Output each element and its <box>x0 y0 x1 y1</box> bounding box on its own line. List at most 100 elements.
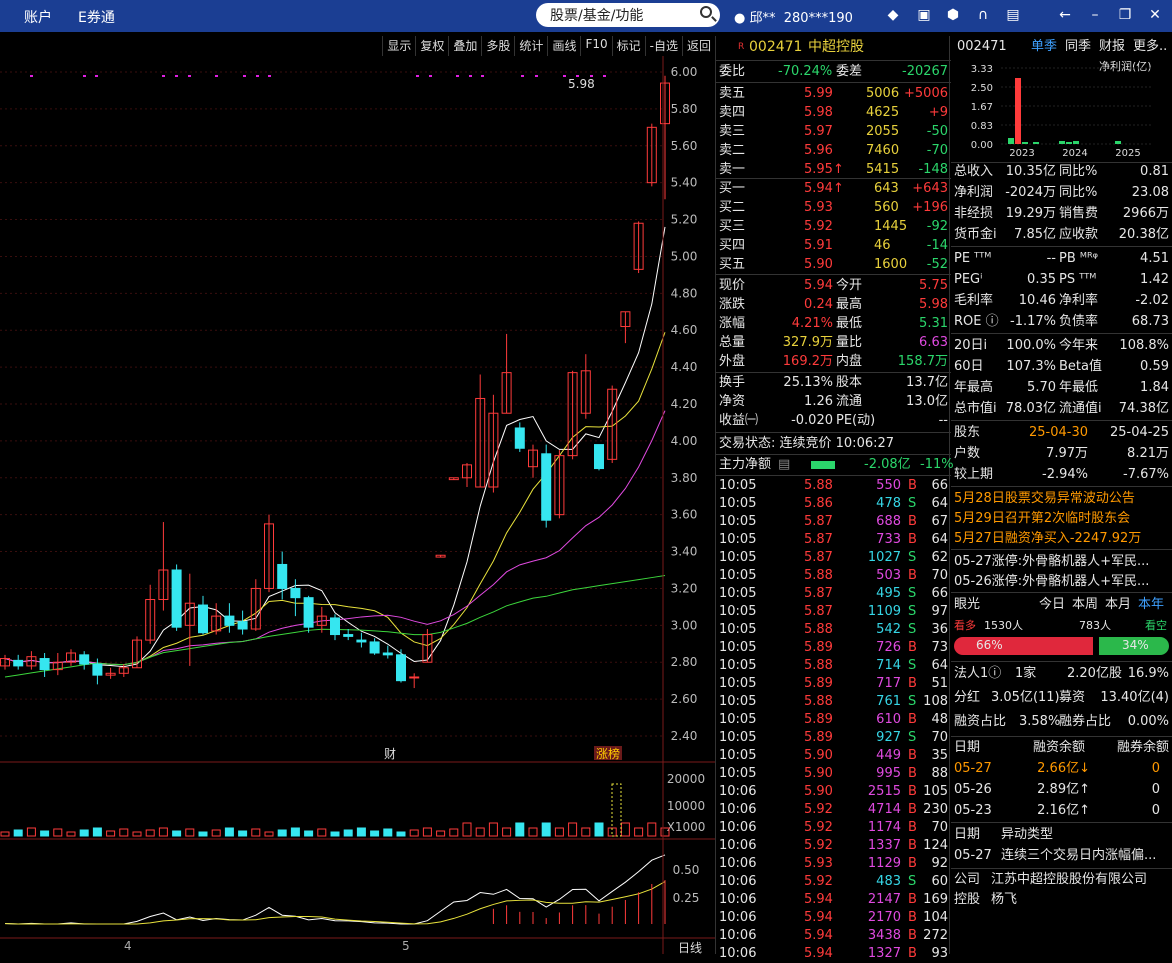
tick-row[interactable]: 10:05 5.87 733 B 64 <box>716 530 951 549</box>
eye-header[interactable]: 眼光 今日 本周 本月 本年 <box>951 595 1172 615</box>
period-label[interactable]: 日线 <box>678 941 702 954</box>
tick-row[interactable]: 10:06 5.90 2515 B 105 <box>716 782 951 801</box>
tick-row[interactable]: 10:05 5.87 495 S 66 <box>716 584 951 603</box>
tick-row[interactable]: 10:05 5.88 761 S 108 <box>716 692 951 711</box>
news-title[interactable]: 05-26涨停:外骨骼机器人+军民... <box>954 572 1149 592</box>
valuation-row[interactable]: PEGⁱ 0.35 PS ᵀᵀᴹ 1.42 <box>951 270 1172 290</box>
news-title[interactable]: 05-27涨停:外骨骼机器人+军民... <box>954 552 1149 572</box>
buy-row[interactable]: 买五 5.90 1600 -52 <box>716 255 951 274</box>
tick-row[interactable]: 10:06 5.94 2147 B 169 <box>716 890 951 909</box>
abn-header[interactable]: 日期 异动类型 <box>951 825 1172 845</box>
minimize-icon[interactable]: – <box>1086 6 1104 24</box>
cai-marker[interactable]: 财 <box>384 747 396 761</box>
tick-row[interactable]: 10:05 5.87 688 B 67 <box>716 512 951 531</box>
company-row[interactable]: 公司 江苏中超控股股份有限公司 <box>951 870 1172 890</box>
menu-account[interactable]: 账户 <box>24 7 52 27</box>
user-info[interactable]: ● 邱** 280***190 <box>734 7 853 26</box>
search-icon[interactable] <box>700 6 712 18</box>
holder-row[interactable]: 股东 25-04-30 25-04-25 <box>951 423 1172 443</box>
hex-icon[interactable]: ⬢ <box>944 6 962 24</box>
tick-row[interactable]: 10:05 5.89 726 B 73 <box>716 638 951 657</box>
valuation-row[interactable]: PE ᵀᵀᴹ -- PB ᴹᴿᵠ 4.51 <box>951 249 1172 269</box>
sell-row[interactable]: 卖一 5.95↑ 5415 -148 <box>716 160 951 179</box>
news-item[interactable]: 5月27日融资净买入-2247.92万 <box>951 529 1172 549</box>
headset-icon[interactable]: ∩ <box>974 6 992 24</box>
fin-row[interactable]: 净利润 -2024万 同比% 23.08 <box>951 183 1172 203</box>
tick-row[interactable]: 10:05 5.90 995 B 88 <box>716 764 951 783</box>
f10-icon[interactable]: ▣ <box>915 6 933 24</box>
tick-row[interactable]: 10:05 5.88 503 B 70 <box>716 566 951 585</box>
eye-tab[interactable]: 本年 <box>1138 595 1164 615</box>
holder-row[interactable]: 户数 7.97万 8.21万 <box>951 444 1172 464</box>
tick-row[interactable]: 10:05 5.88 714 S 64 <box>716 656 951 675</box>
fin-row[interactable]: 非经损 19.29万 销售费 2966万 <box>951 204 1172 224</box>
tick-row[interactable]: 10:06 5.92 483 S 60 <box>716 872 951 891</box>
tick-row[interactable]: 10:06 5.94 3438 B 272 <box>716 926 951 945</box>
margin-header[interactable]: 日期 融资余额 融券余额 <box>951 738 1172 758</box>
news-title[interactable]: 5月28日股票交易异常波动公告 <box>954 489 1135 509</box>
stat-row[interactable]: 收益㈠ -0.020 PE(动) -- <box>716 411 951 430</box>
news-title[interactable]: 5月29日召开第2次临时股东会 <box>954 509 1130 529</box>
sell-row[interactable]: 卖二 5.96 7460 -70 <box>716 141 951 160</box>
news-item[interactable]: 5月29日召开第2次临时股东会 <box>951 509 1172 529</box>
valuation-row[interactable]: ROE ⓘ -1.17% 负债率 68.73 <box>951 312 1172 332</box>
flow-icon[interactable]: ▤ <box>778 455 790 474</box>
margin-row[interactable]: 05-27 2.66亿↓ 0 <box>951 759 1172 779</box>
dividend-row[interactable]: 分红 3.05亿(11) 募资 13.40亿(4) <box>951 688 1172 708</box>
perf-row[interactable]: 20日i 100.0% 今年来 108.8% <box>951 336 1172 356</box>
message-icon[interactable]: ▤ <box>1004 6 1022 24</box>
tick-row[interactable]: 10:05 5.89 927 S 70 <box>716 728 951 747</box>
margin-ratio-row[interactable]: 融资占比 3.58% 融券占比 0.00% <box>951 712 1172 732</box>
back-icon[interactable]: ← <box>1056 6 1074 24</box>
tick-row[interactable]: 10:05 5.86 478 S 64 <box>716 494 951 513</box>
ctrl-row[interactable]: 控股 杨飞 <box>951 890 1172 910</box>
tab-same-quarter[interactable]: 同季 <box>1065 37 1091 57</box>
fin-row[interactable]: 总收入 10.35亿 同比% 0.81 <box>951 162 1172 182</box>
tick-row[interactable]: 10:06 5.92 1174 B 70 <box>716 818 951 837</box>
sell-row[interactable]: 卖三 5.97 2055 -50 <box>716 122 951 141</box>
tick-row[interactable]: 10:05 5.88 542 S 36 <box>716 620 951 639</box>
holder-row[interactable]: 较上期 -2.94% -7.67% <box>951 465 1172 485</box>
news-item[interactable]: 05-26涨停:外骨骼机器人+军民... <box>951 572 1172 592</box>
eye-tab[interactable]: 本周 <box>1072 595 1098 615</box>
perf-row[interactable]: 总市值i 78.03亿 流通值i 74.38亿 <box>951 399 1172 419</box>
zhangbang-marker[interactable]: 涨榜 <box>596 746 620 761</box>
tick-row[interactable]: 10:05 5.90 449 B 35 <box>716 746 951 765</box>
perf-row[interactable]: 60日 107.3% Beta值 0.59 <box>951 357 1172 377</box>
stat-row[interactable]: 换手 25.13% 股本 13.7亿 <box>716 373 951 392</box>
tick-row[interactable]: 10:06 5.94 2170 B 104 <box>716 908 951 927</box>
buy-row[interactable]: 买三 5.92 1445 -92 <box>716 217 951 236</box>
sell-row[interactable]: 卖五 5.99 5006 +5006 <box>716 84 951 103</box>
perf-row[interactable]: 年最高 5.70 年最低 1.84 <box>951 378 1172 398</box>
close-icon[interactable]: ✕ <box>1146 6 1164 24</box>
tick-row[interactable]: 10:06 5.93 1129 B 92 <box>716 854 951 873</box>
stat-row[interactable]: 总量 327.9万 量比 6.63 <box>716 333 951 352</box>
stat-row[interactable]: 现价 5.94 今开 5.75 <box>716 276 951 295</box>
fin-row[interactable]: 货币金i 7.85亿 应收款 20.38亿 <box>951 225 1172 245</box>
layers-icon[interactable]: ◆ <box>884 6 902 24</box>
kline-chart[interactable]: 显示 复权 叠加 多股 统计 画线 F10 标记 -自选 返回 6.00 5.80 5.60 5.40 5… <box>0 36 715 954</box>
legal-row[interactable]: 法人1ⓘ 1家 2.20亿股 16.9% <box>951 664 1172 684</box>
buy-row[interactable]: 买二 5.93 560 +196 <box>716 198 951 217</box>
tick-row[interactable]: 10:05 5.87 1027 S 62 <box>716 548 951 567</box>
buy-row[interactable]: 买四 5.91 46 -14 <box>716 236 951 255</box>
eye-tab[interactable]: 本月 <box>1105 595 1131 615</box>
tick-row[interactable]: 10:05 5.89 610 B 48 <box>716 710 951 729</box>
tick-row[interactable]: 10:06 5.92 1337 B 124 <box>716 836 951 855</box>
tick-row[interactable]: 10:05 5.87 1109 S 97 <box>716 602 951 621</box>
menu-equan[interactable]: E券通 <box>78 7 115 27</box>
tab-more[interactable]: 更多.. <box>1133 37 1167 57</box>
valuation-row[interactable]: 毛利率 10.46 净利率 -2.02 <box>951 291 1172 311</box>
tick-row[interactable]: 10:05 5.88 550 B 66 <box>716 476 951 495</box>
news-item[interactable]: 05-27涨停:外骨骼机器人+军民... <box>951 552 1172 572</box>
maximize-icon[interactable]: ❐ <box>1116 6 1134 24</box>
stat-row[interactable]: 涨跌 0.24 最高 5.98 <box>716 295 951 314</box>
sentiment-bar[interactable]: 66% 34% <box>954 637 1169 655</box>
stat-row[interactable]: 净资 1.26 流通 13.0亿 <box>716 392 951 411</box>
tick-row[interactable]: 10:06 5.92 4714 B 230 <box>716 800 951 819</box>
tab-report[interactable]: 财报 <box>1099 37 1125 57</box>
tab-single-quarter[interactable]: 单季 <box>1031 37 1057 57</box>
news-title[interactable]: 5月27日融资净买入-2247.92万 <box>954 529 1141 549</box>
search-input[interactable]: 股票/基金/功能 <box>536 3 720 27</box>
margin-row[interactable]: 05-23 2.16亿↑ 0 <box>951 801 1172 821</box>
